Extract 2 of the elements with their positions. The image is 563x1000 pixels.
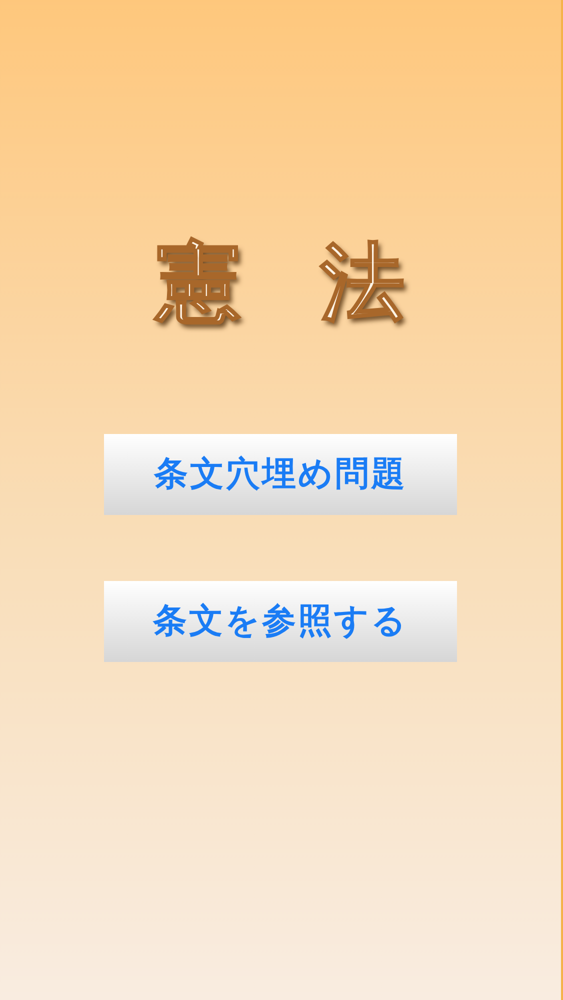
menu-button[interactable]: 条文穴埋め問題 <box>104 434 457 515</box>
menu-button[interactable]: 条文を参照する <box>104 581 457 662</box>
